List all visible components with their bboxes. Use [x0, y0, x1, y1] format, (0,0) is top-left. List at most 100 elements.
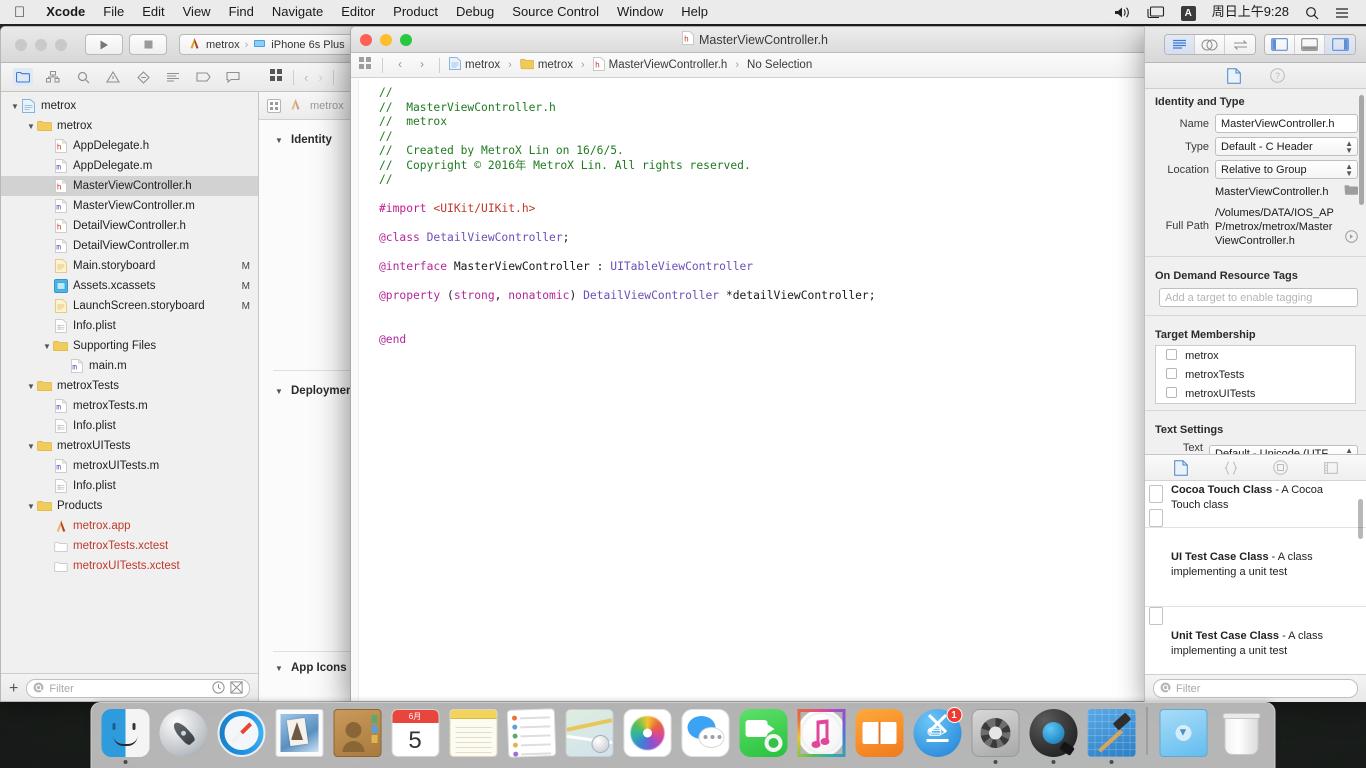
target-checkbox-metroxtests[interactable] [1166, 368, 1177, 379]
dock-item-xcode[interactable] [1084, 704, 1139, 764]
code-line[interactable] [379, 318, 1159, 333]
system-preferences-icon[interactable] [971, 709, 1019, 757]
menu-item-product[interactable]: Product [384, 0, 447, 24]
code-line[interactable]: // Copyright © 2016年 MetroX Lin. All rig… [379, 159, 1159, 174]
menu-item-view[interactable]: View [174, 0, 220, 24]
file-tree-row-metroxtests-xctest[interactable]: ▼metroxTests.xctest [1, 536, 258, 556]
menu-item-help[interactable]: Help [672, 0, 717, 24]
file-tree-row-metroxuitests[interactable]: ▼ metroxUITests [1, 436, 258, 456]
file-tree-row-assets-xcassets[interactable]: ▼Assets.xcassetsM [1, 276, 258, 296]
notification-center-icon[interactable] [1328, 0, 1356, 24]
file-tree-row-metroxuitests-xctest[interactable]: ▼metroxUITests.xctest [1, 556, 258, 576]
dock-item-downloads-stack[interactable]: ▼ [1156, 704, 1211, 764]
finder-icon[interactable] [101, 709, 149, 757]
quick-help-tab[interactable]: ? [1269, 67, 1287, 85]
itunes-icon[interactable] [797, 709, 845, 757]
dock-item-photos[interactable] [620, 704, 675, 764]
code-snippet-library-tab[interactable] [1222, 459, 1240, 477]
file-tree-row-main-m[interactable]: ▼mmain.m [1, 356, 258, 376]
library-item-cocoa-touch-class[interactable]: Cocoa Touch Class - A Cocoa Touch class [1145, 481, 1366, 528]
dock-item-notes[interactable] [446, 704, 501, 764]
mail-icon[interactable] [275, 709, 323, 757]
file-name-field[interactable]: MasterViewController.h [1215, 114, 1358, 133]
disclosure-triangle-icon[interactable]: ▼ [25, 122, 37, 131]
file-tree-row-info-plist[interactable]: ▼Info.plist [1, 476, 258, 496]
view-toggle-segmented-control[interactable] [1264, 34, 1356, 55]
file-tree-row-supporting-files[interactable]: ▼ Supporting Files [1, 336, 258, 356]
file-tree-row-info-plist[interactable]: ▼Info.plist [1, 316, 258, 336]
toggle-debug-area-icon[interactable] [1295, 35, 1325, 54]
menu-item-window[interactable]: Window [608, 0, 672, 24]
dock-item-quicktime[interactable] [1026, 704, 1081, 764]
airplay-display-icon[interactable] [1140, 0, 1172, 24]
reveal-in-finder-icon[interactable] [1345, 206, 1358, 246]
standard-editor-icon[interactable] [1165, 35, 1195, 54]
version-editor-icon[interactable] [1225, 35, 1255, 54]
code-line[interactable]: #import <UIKit/UIKit.h> [379, 202, 1159, 217]
volume-icon[interactable] [1107, 0, 1138, 24]
target-checkbox-metrox[interactable] [1166, 349, 1177, 360]
menu-item-edit[interactable]: Edit [133, 0, 173, 24]
file-tree-row-appdelegate-m[interactable]: ▼mAppDelegate.m [1, 156, 258, 176]
dock-item-calendar[interactable]: 6月 5 [388, 704, 443, 764]
target-row-metroxuitests[interactable]: metroxUITests [1156, 384, 1355, 403]
disclosure-triangle-icon[interactable]: ▼ [41, 342, 53, 351]
find-navigator-icon[interactable] [73, 68, 93, 86]
issue-navigator-icon[interactable] [103, 68, 123, 86]
dock-item-maps[interactable] [562, 704, 617, 764]
dock-item-reminders[interactable] [504, 704, 559, 764]
jumpbar-item-file[interactable]: h MasterViewController.h [592, 56, 727, 74]
symbol-navigator-icon[interactable] [43, 68, 63, 86]
source-code-area[interactable]: //// MasterViewController.h// metrox////… [351, 78, 1159, 701]
apple-logo-icon[interactable]:  [0, 5, 37, 20]
dock-item-itunes[interactable] [794, 704, 849, 764]
file-tree-row-appdelegate-h[interactable]: ▼hAppDelegate.h [1, 136, 258, 156]
reminders-icon[interactable] [506, 708, 556, 758]
downloads-stack-icon[interactable]: ▼ [1159, 709, 1207, 757]
add-file-button[interactable]: + [9, 680, 18, 697]
file-tree-row-main-storyboard[interactable]: ▼Main.storyboardM [1, 256, 258, 276]
navigator-filter-field[interactable]: Filter [26, 679, 250, 698]
file-inspector-tab[interactable] [1225, 67, 1243, 85]
menu-item-navigate[interactable]: Navigate [263, 0, 332, 24]
window-traffic-lights[interactable] [9, 38, 79, 51]
facetime-icon[interactable] [739, 709, 787, 757]
editor-window-titlebar[interactable]: h MasterViewController.h [351, 27, 1159, 53]
assistant-editor-icon[interactable] [1195, 35, 1225, 54]
file-tree-row-detailviewcontroller-m[interactable]: ▼mDetailViewController.m [1, 236, 258, 256]
library-filter-field[interactable]: Filter [1153, 679, 1358, 698]
jumpbar-item-group[interactable]: metrox [519, 58, 573, 73]
file-template-library-tab[interactable] [1172, 459, 1190, 477]
menu-item-xcode[interactable]: Xcode [37, 0, 94, 24]
menu-item-file[interactable]: File [94, 0, 133, 24]
utilities-inspector-panel[interactable]: ? Identity and Type Name MasterViewContr… [1144, 26, 1366, 702]
messages-icon[interactable] [681, 709, 729, 757]
disclosure-triangle-icon[interactable]: ▼ [25, 442, 37, 451]
menu-bar-clock[interactable]: 周日上午9:28 [1205, 0, 1296, 24]
media-library-tab[interactable] [1322, 459, 1340, 477]
related-items-small-icon[interactable] [267, 98, 281, 113]
contacts-icon[interactable] [333, 709, 381, 757]
trash-icon[interactable] [1217, 709, 1265, 757]
code-line[interactable] [379, 304, 1159, 319]
library-item-ui-test-case-class[interactable]: UI Test Case Class - A class implementin… [1145, 509, 1366, 607]
debug-navigator-icon[interactable] [163, 68, 183, 86]
launchpad-icon[interactable] [159, 709, 207, 757]
maps-icon[interactable] [565, 709, 613, 757]
jumpbar-item-project[interactable]: metrox [449, 57, 500, 73]
inspector-tab-bar[interactable]: ? [1145, 63, 1366, 89]
related-items-icon-editor[interactable] [357, 57, 373, 73]
disclosure-triangle-icon[interactable]: ▼ [273, 136, 285, 145]
dock-item-trash[interactable] [1214, 704, 1269, 764]
code-line[interactable]: // metrox [379, 115, 1159, 130]
safari-icon[interactable] [217, 709, 265, 757]
library-pane[interactable]: Cocoa Touch Class - A Cocoa Touch class … [1145, 454, 1366, 702]
file-tree-row-metrox[interactable]: ▼ metrox [1, 96, 258, 116]
target-row-metrox[interactable]: metrox [1156, 346, 1355, 365]
project-editor-jumpbar-label[interactable]: metrox [310, 100, 344, 112]
code-line[interactable]: @end [379, 333, 1159, 348]
stop-button[interactable] [129, 34, 167, 55]
notes-icon[interactable] [449, 709, 497, 757]
chevron-right-icon[interactable]: › [318, 70, 322, 85]
source-control-filter-icon[interactable] [230, 680, 243, 697]
